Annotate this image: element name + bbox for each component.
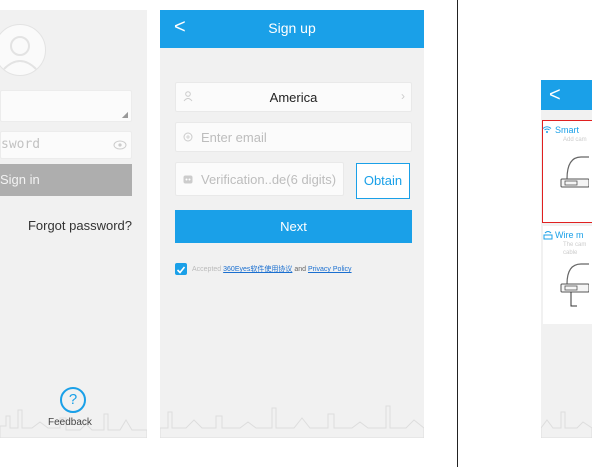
feedback-button[interactable]: ? Feedback bbox=[48, 385, 118, 433]
wired-config-card[interactable]: Wire m The cam cable bbox=[543, 226, 592, 324]
title-bar: < bbox=[541, 80, 592, 110]
city-skyline-decoration bbox=[541, 411, 592, 438]
signin-button[interactable]: Sign in bbox=[0, 164, 132, 196]
wifi-icon bbox=[542, 126, 552, 133]
add-device-screen: < Smart Add cam Wire m The cam cable bbox=[541, 80, 592, 438]
privacy-policy-link[interactable]: Privacy Policy bbox=[308, 266, 352, 273]
agree-prefix: Accepted bbox=[192, 266, 222, 273]
chevron-right-icon: › bbox=[401, 89, 405, 103]
email-icon bbox=[183, 132, 193, 142]
email-placeholder: Enter email bbox=[201, 130, 267, 145]
agreement-link[interactable]: 360Eyes软件使用协议 bbox=[223, 266, 292, 273]
verification-placeholder: Verification..de(6 digits) bbox=[201, 172, 337, 187]
wire-description-1: The cam bbox=[563, 242, 587, 248]
user-avatar-icon bbox=[3, 36, 37, 70]
smart-label: Smart bbox=[555, 125, 580, 135]
checkmark-icon bbox=[176, 266, 186, 274]
title-bar: < Sign up bbox=[160, 10, 424, 48]
password-field[interactable]: sword bbox=[0, 131, 132, 159]
frame-divider bbox=[457, 0, 458, 467]
back-arrow-icon[interactable]: < bbox=[549, 85, 561, 105]
code-icon bbox=[183, 175, 193, 184]
help-icon: ? bbox=[60, 387, 86, 413]
agree-and: and bbox=[294, 266, 307, 273]
obtain-code-button[interactable]: Obtain bbox=[356, 163, 410, 199]
wire-description-2: cable bbox=[563, 250, 578, 256]
page-title: Sign up bbox=[268, 20, 316, 36]
next-button[interactable]: Next bbox=[175, 210, 412, 243]
username-field[interactable]: ◢ bbox=[0, 90, 132, 122]
wire-label: Wire m bbox=[555, 230, 584, 240]
router-icon bbox=[543, 231, 553, 240]
region-selector[interactable]: America › bbox=[175, 82, 412, 112]
password-placeholder: sword bbox=[1, 137, 41, 152]
signup-screen: < Sign up America › Enter email Verifica… bbox=[160, 10, 424, 438]
forgot-password-link[interactable]: Forgot password? bbox=[28, 218, 132, 233]
camera-wired-icon bbox=[560, 263, 589, 307]
agreement-text: Accepted 360Eyes软件使用协议 and Privacy Polic… bbox=[192, 264, 352, 274]
feedback-label: Feedback bbox=[48, 417, 92, 428]
camera-router-icon bbox=[560, 156, 589, 188]
agree-checkbox[interactable] bbox=[175, 263, 187, 275]
smart-description: Add cam bbox=[563, 137, 587, 143]
login-screen: ◢ sword Sign in Forgot password? ? Feedb… bbox=[0, 10, 147, 438]
avatar bbox=[0, 24, 46, 76]
city-skyline-decoration bbox=[160, 405, 424, 438]
eye-icon[interactable] bbox=[113, 140, 127, 150]
smart-config-card[interactable]: Smart Add cam bbox=[542, 120, 592, 223]
resize-handle-icon: ◢ bbox=[121, 110, 128, 119]
verification-code-field[interactable]: Verification..de(6 digits) bbox=[175, 162, 344, 196]
region-value: America bbox=[269, 90, 318, 105]
email-field[interactable]: Enter email bbox=[175, 122, 412, 152]
